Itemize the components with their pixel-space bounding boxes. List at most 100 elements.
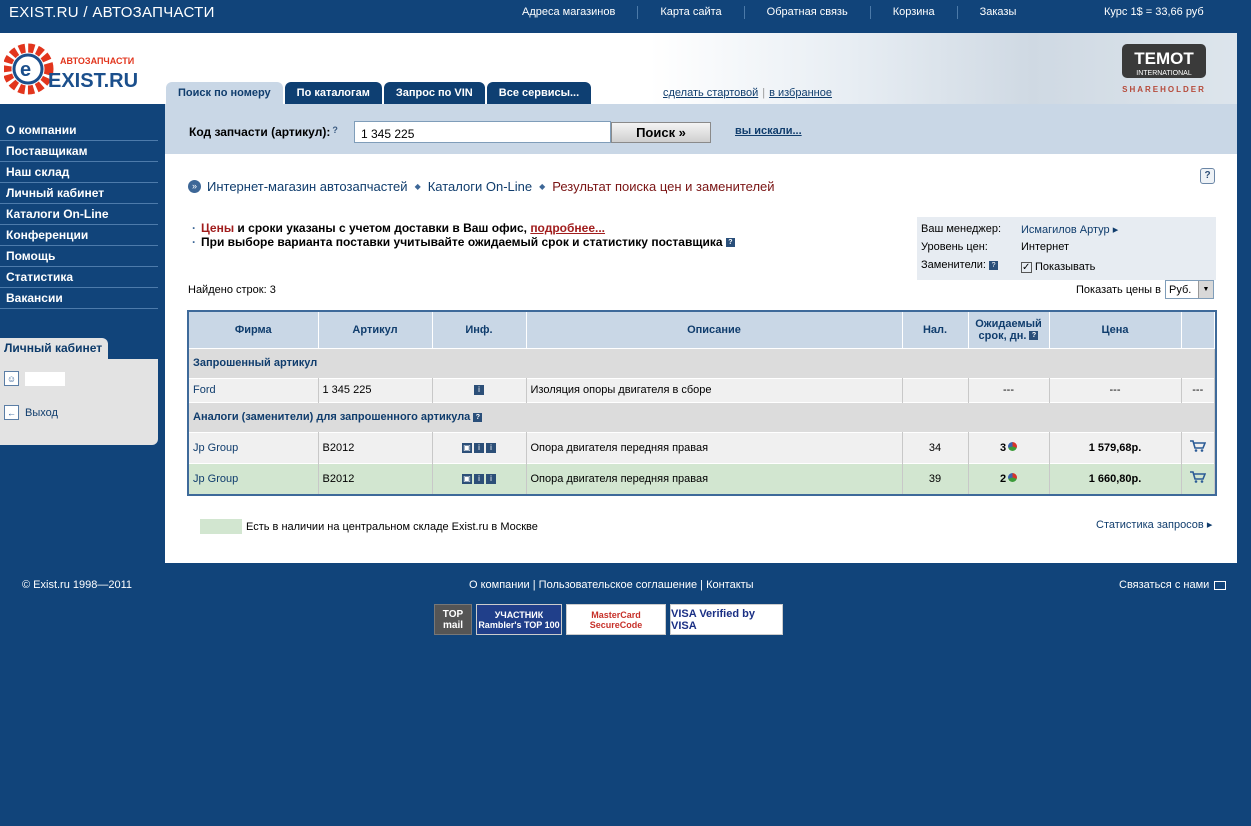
substitutes-checkbox[interactable]: ✓ Показывать	[1021, 259, 1095, 275]
part-number-input[interactable]	[354, 121, 611, 143]
search-button[interactable]: Поиск »	[611, 122, 711, 143]
nav-orders[interactable]: Заказы	[956, 6, 1039, 19]
chevron-down-icon: ▼	[1198, 281, 1213, 298]
cart-icon[interactable]	[1189, 440, 1206, 452]
sidebar-item-suppliers[interactable]: Поставщикам	[0, 141, 158, 162]
logo-top-text: АВТОЗАПЧАСТИ	[60, 56, 134, 66]
search-bar: Код запчасти (артикул):? Поиск » вы иска…	[165, 104, 1237, 154]
col-info: Инф.	[432, 312, 527, 348]
help-question-icon[interactable]: ?	[332, 125, 338, 135]
col-stock[interactable]: Нал.	[902, 312, 969, 348]
photo-icon[interactable]: ▣	[462, 442, 472, 453]
sidebar-item-conferences[interactable]: Конференции	[0, 225, 158, 246]
topmail-badge[interactable]: TOP mail	[434, 604, 472, 635]
rambler-top100-badge[interactable]: УЧАСТНИК Rambler's TOP 100	[476, 604, 562, 635]
note-prices: Цены и сроки указаны с учетом доставки в…	[192, 221, 735, 235]
buy-cell: ---	[1181, 377, 1215, 402]
tab-vin-request[interactable]: Запрос по VIN	[383, 82, 485, 104]
nav-cart[interactable]: Корзина	[869, 6, 957, 19]
col-firm[interactable]: Фирма	[189, 312, 319, 348]
cabinet-user[interactable]: ☺	[4, 371, 65, 386]
details-icon[interactable]: i	[486, 442, 496, 453]
firm-link[interactable]: Jp Group	[193, 473, 238, 485]
nav-stores[interactable]: Адреса магазинов	[500, 6, 637, 19]
copyright: © Exist.ru 1998—2011	[22, 579, 133, 591]
stock-cell: 34	[902, 431, 969, 463]
buy-cell	[1181, 431, 1215, 463]
search-history-link[interactable]: вы искали...	[735, 125, 802, 137]
sidebar-item-statistics[interactable]: Статистика	[0, 267, 158, 288]
col-price[interactable]: Цена	[1049, 312, 1182, 348]
breadcrumb-shop[interactable]: Интернет-магазин автозапчастей	[207, 179, 408, 194]
request-stats-link[interactable]: Статистика запросов ▸	[1096, 518, 1212, 531]
table-row: Jp Group B2012 ▣ i i Опора двигателя перед…	[189, 462, 1215, 494]
manager-name-link[interactable]: Исмагилов Артур ▸	[1021, 223, 1118, 239]
currency-select[interactable]: Руб. ▼	[1165, 280, 1214, 299]
footer-contacts-link[interactable]: Контакты	[706, 579, 754, 591]
term-cell: 3	[968, 431, 1050, 463]
stock-cell: 39	[902, 462, 969, 494]
page-help-icon[interactable]: ?	[1200, 168, 1215, 184]
footer-links: О компании | Пользовательское соглашение…	[469, 579, 754, 591]
help-question-icon[interactable]: ?	[725, 238, 735, 248]
price-level-value: Интернет	[1021, 241, 1069, 253]
details-icon[interactable]: i	[486, 473, 496, 484]
col-description[interactable]: Описание	[526, 312, 903, 348]
breadcrumb-catalogs[interactable]: Каталоги On-Line	[428, 179, 532, 194]
supplier-stats-pie-icon[interactable]	[1008, 472, 1018, 482]
breadcrumb-arrow-icon: ◆	[414, 182, 421, 191]
top-nav: Адреса магазинов Карта сайта Обратная св…	[500, 6, 1038, 19]
table-row: Jp Group B2012 ▣ i i Опора двигателя перед…	[189, 431, 1215, 463]
contact-us-link[interactable]: Связаться с нами	[1119, 579, 1227, 591]
term-cell: 2	[968, 462, 1050, 494]
tab-search-by-number[interactable]: Поиск по номеру	[166, 82, 283, 104]
col-term[interactable]: Ожидаемый срок, дн. ?	[968, 312, 1050, 348]
supplier-stats-pie-icon[interactable]	[1008, 441, 1018, 451]
sidebar-item-vacancies[interactable]: Вакансии	[0, 288, 158, 309]
firm-link[interactable]: Jp Group	[193, 442, 238, 454]
price-cell: 1 660,80р.	[1049, 462, 1182, 494]
currency-selector: Показать цены в Руб. ▼	[1076, 280, 1214, 299]
photo-icon[interactable]: ▣	[462, 473, 472, 484]
info-icon[interactable]: i	[474, 442, 484, 453]
top-bar: EXIST.RU / АВТОЗАПЧАСТИ Адреса магазинов…	[0, 0, 1251, 26]
make-start-link[interactable]: сделать стартовой	[663, 87, 758, 99]
more-info-link[interactable]: подробнее...	[530, 221, 605, 235]
legend-text: Есть в наличии на центральном складе Exi…	[246, 520, 538, 533]
logout-link[interactable]: ← Выход	[4, 405, 58, 420]
favorites-link[interactable]: в избранное	[769, 87, 832, 99]
manager-label: Ваш менеджер:	[921, 223, 1002, 235]
search-label: Код запчасти (артикул):?	[189, 125, 338, 139]
col-article[interactable]: Артикул	[318, 312, 433, 348]
sidebar-item-catalogs[interactable]: Каталоги On-Line	[0, 204, 158, 225]
help-question-icon: ?	[473, 412, 483, 422]
buy-cell	[1181, 462, 1215, 494]
info-icon[interactable]: i	[474, 473, 484, 484]
cart-icon[interactable]	[1189, 471, 1206, 484]
verified-by-visa-badge[interactable]: VISA Verified by VISA	[670, 604, 783, 635]
rows-found: Найдено строк: 3	[188, 284, 276, 296]
footer-agreement-link[interactable]: Пользовательское соглашение	[539, 579, 697, 591]
temot-partner-logo: TEMOT INTERNATIONAL SHAREHOLDER	[1122, 44, 1206, 94]
sidebar-item-help[interactable]: Помощь	[0, 246, 158, 267]
help-question-icon: ?	[989, 260, 999, 270]
tab-all-services[interactable]: Все сервисы...	[486, 82, 592, 104]
info-icon[interactable]: i	[474, 385, 484, 396]
firm-link[interactable]: Ford	[193, 384, 216, 396]
svg-text:TEMOT: TEMOT	[1134, 49, 1194, 68]
sidebar-item-warehouse[interactable]: Наш склад	[0, 162, 158, 183]
svg-text:SHAREHOLDER: SHAREHOLDER	[1122, 85, 1206, 94]
exist-logo[interactable]: e АВТОЗАПЧАСТИ EXIST.RU	[4, 39, 154, 101]
nav-feedback[interactable]: Обратная связь	[743, 6, 870, 19]
tab-catalogs[interactable]: По каталогам	[284, 82, 382, 104]
mastercard-securecode-badge[interactable]: MasterCard SecureCode	[566, 604, 666, 635]
description-cell: Изоляция опоры двигателя в сборе	[526, 377, 903, 402]
breadcrumb-current: Результат поиска цен и заменителей	[552, 179, 775, 194]
footer-about-link[interactable]: О компании	[469, 579, 530, 591]
main-content: ? » Интернет-магазин автозапчастей ◆ Кат…	[165, 154, 1237, 563]
checkbox-checked-icon: ✓	[1021, 261, 1032, 273]
article-cell: B2012	[318, 431, 433, 463]
sidebar-item-cabinet[interactable]: Личный кабинет	[0, 183, 158, 204]
sidebar-item-about[interactable]: О компании	[0, 120, 158, 141]
nav-sitemap[interactable]: Карта сайта	[637, 6, 743, 19]
